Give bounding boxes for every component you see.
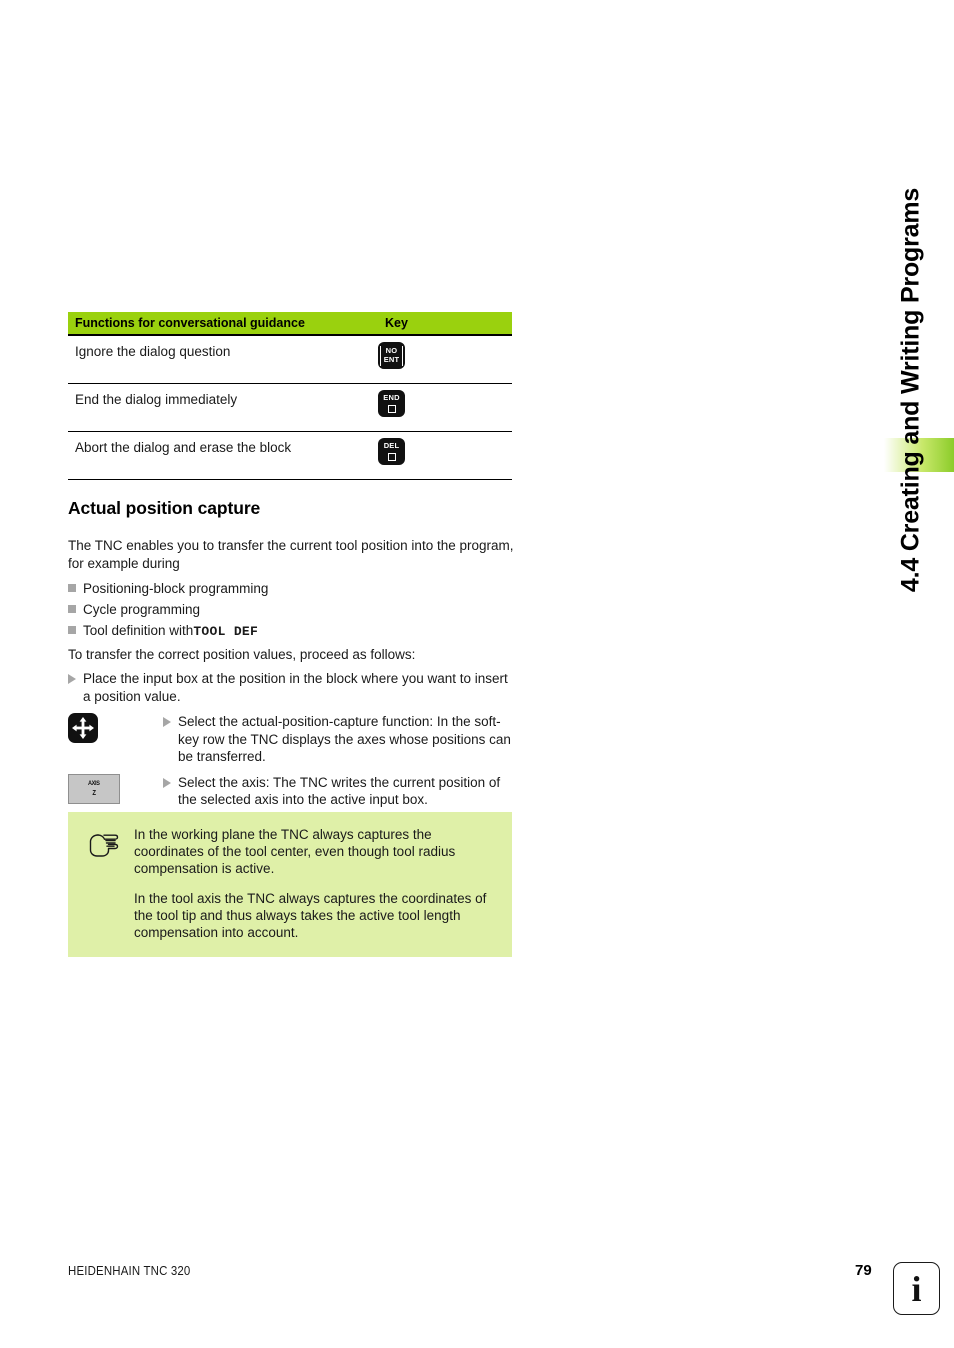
conversational-guidance-table: Functions for conversational guidance Ke… [68,312,512,480]
intro-paragraph: The TNC enables you to transfer the curr… [68,538,514,571]
list-item: Tool definition with TOOL DEF [68,620,514,642]
step-item: AXIS Z Select the axis: The TNC writes t… [68,773,514,809]
step-icon-column [68,713,163,743]
step-text: Select the actual-position-capture funct… [178,714,511,764]
note-text: In the working plane the TNC always capt… [134,826,492,941]
table-row: Ignore the dialog question NO ENT [68,336,512,384]
list-item-code: TOOL DEF [193,624,259,639]
note-icon-column [68,826,134,941]
page-number: 79 [855,1262,872,1279]
table-row: End the dialog immediately END [68,384,512,432]
bullet-list: Positioning-block programming Cycle prog… [68,578,514,642]
square-bullet-icon [68,605,76,613]
step-triangle-icon [163,777,171,788]
step-body: Select the actual-position-capture funct… [163,713,513,766]
note-paragraph: In the working plane the TNC always capt… [134,827,456,876]
table-cell-key: DEL [378,438,405,465]
step-text: Select the axis: The TNC writes the curr… [178,774,501,808]
step-text: Place the input box at the position in t… [83,671,508,704]
actual-position-capture-key-icon[interactable] [68,713,98,743]
table-header-key: Key [385,316,408,330]
pointing-hand-icon [89,834,119,857]
step-item: Select the actual-position-capture funct… [68,713,514,766]
footer-product-name: HEIDENHAIN TNC 320 [68,1263,191,1278]
table-cell-description: End the dialog immediately [75,392,238,407]
end-key-square-glyph [387,404,396,413]
chapter-title: 4.4 Creating and Writing Programs [874,0,954,780]
table-cell-key: END [378,390,405,417]
del-key-icon[interactable]: DEL [378,438,405,465]
note-paragraph: In the tool axis the TNC always captures… [134,891,487,940]
info-glyph: i [911,1268,922,1309]
table-cell-description: Abort the dialog and erase the block [75,440,292,455]
end-key-label: END [383,393,400,403]
no-ent-key-icon[interactable]: NO ENT [378,342,405,369]
list-item: Cycle programming [68,599,514,620]
square-bullet-icon [68,584,76,592]
chapter-title-text: 4.4 Creating and Writing Programs [896,187,925,593]
table-row: Abort the dialog and erase the block DEL [68,432,512,480]
note-box: In the working plane the TNC always capt… [68,812,512,957]
step-icon-column: AXIS Z [68,773,163,804]
del-key-label: DEL [383,441,400,451]
step-triangle-icon [163,717,171,727]
no-ent-key-line2: ENT [383,354,400,364]
list-item: Positioning-block programming [68,578,514,599]
table-cell-description: Ignore the dialog question [75,344,231,359]
list-item-label: Cycle programming [83,602,201,617]
end-key-icon[interactable]: END [378,390,405,417]
square-bullet-icon [68,626,76,634]
step-item: Place the input box at the position in t… [68,670,514,705]
info-marker-box: i [893,1262,940,1315]
list-item-label: Tool definition with [83,623,194,638]
axis-softkey-label-line1: AXIS [88,780,100,787]
axis-softkey-label-line2: Z [92,790,96,797]
table-header-row: Functions for conversational guidance Ke… [68,312,512,336]
list-item-label: Positioning-block programming [83,581,269,596]
axis-z-softkey-icon[interactable]: AXIS Z [68,773,120,804]
table-cell-key: NO ENT [378,342,405,369]
step-body: Select the axis: The TNC writes the curr… [163,774,513,809]
step-triangle-icon [68,674,76,684]
table-header-description: Functions for conversational guidance [75,316,305,330]
procedure-steps: Place the input box at the position in t… [68,670,514,809]
transfer-intro-paragraph: To transfer the correct position values,… [68,647,416,662]
section-heading: Actual position capture [68,498,261,518]
del-key-square-glyph [387,452,396,461]
